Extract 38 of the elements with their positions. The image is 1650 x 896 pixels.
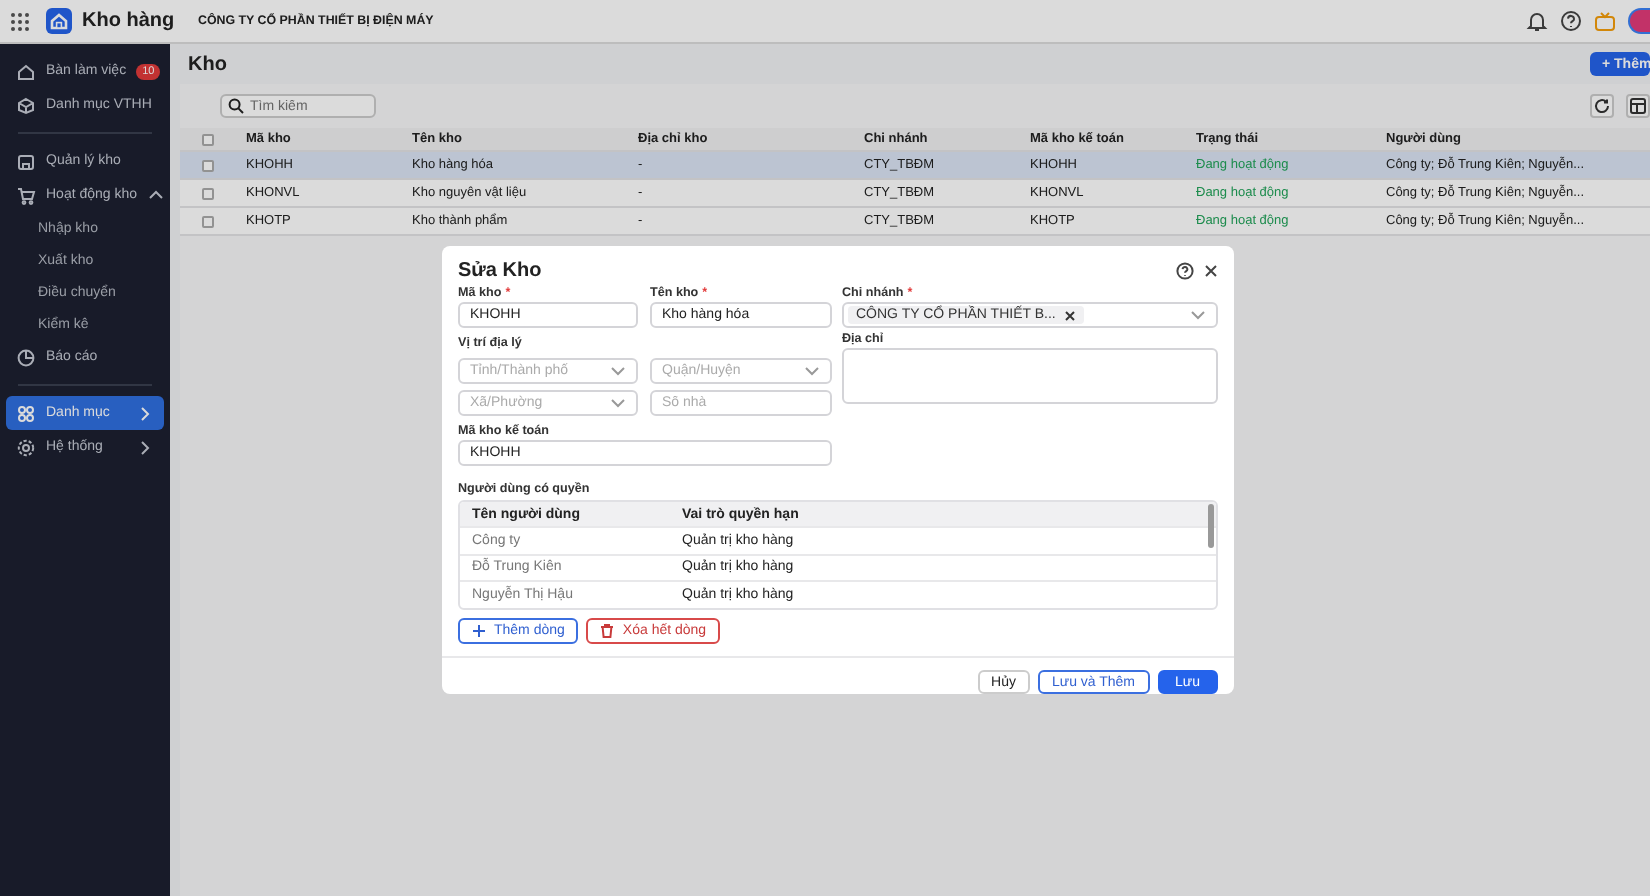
grid-icon xyxy=(16,403,36,423)
help-icon xyxy=(1176,261,1194,279)
trash-icon xyxy=(600,624,615,638)
address-field[interactable] xyxy=(842,348,1218,404)
warehouse-logo-icon xyxy=(46,8,72,34)
checkbox[interactable] xyxy=(202,187,214,199)
scrollbar[interactable] xyxy=(1208,504,1214,548)
settings-icon xyxy=(16,437,36,457)
chevron-down-icon xyxy=(804,363,820,379)
cart-icon xyxy=(16,185,36,205)
pie-chart-icon xyxy=(16,347,36,367)
refresh-icon xyxy=(1594,98,1610,114)
app-title: Kho hàng xyxy=(82,10,175,32)
checkbox[interactable] xyxy=(202,215,214,227)
home-icon xyxy=(16,61,36,81)
search-icon xyxy=(228,98,244,114)
store-icon xyxy=(16,151,36,171)
cube-icon xyxy=(16,95,36,115)
checkbox[interactable] xyxy=(202,133,214,145)
chevron-right-icon xyxy=(138,405,154,421)
chevron-down-icon xyxy=(1190,307,1206,323)
apps-grid-icon xyxy=(10,11,30,31)
gift-icon xyxy=(1594,10,1616,32)
chevron-up-icon xyxy=(147,187,164,203)
columns-button[interactable] xyxy=(1626,94,1650,118)
close-button[interactable] xyxy=(1204,263,1218,277)
checkbox[interactable] xyxy=(202,159,214,171)
bell-icon xyxy=(1526,10,1548,32)
dialog-title: Sửa Kho xyxy=(458,259,542,281)
close-icon xyxy=(1063,309,1076,321)
plus-icon xyxy=(472,624,486,638)
chevron-right-icon xyxy=(138,439,154,455)
page-title: Kho xyxy=(188,53,227,75)
close-icon xyxy=(1204,263,1218,277)
table-icon xyxy=(1630,98,1646,114)
avatar[interactable] xyxy=(1628,8,1650,34)
refresh-button[interactable] xyxy=(1590,94,1614,118)
help-icon xyxy=(1560,10,1582,32)
